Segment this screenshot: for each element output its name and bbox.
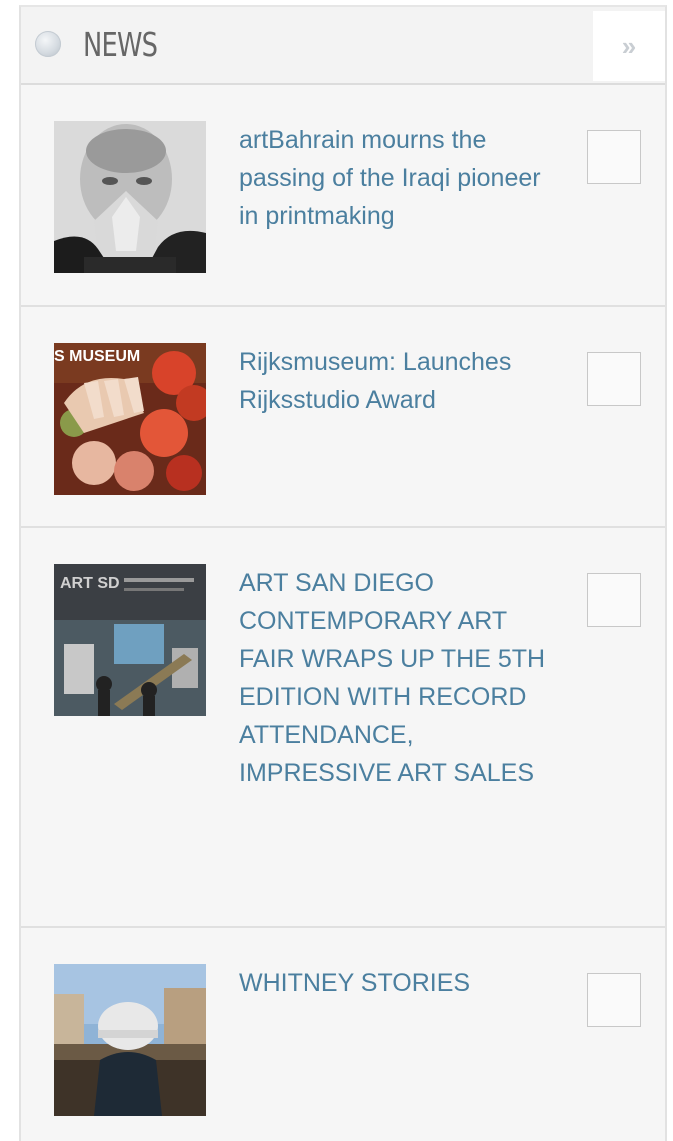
widget-title: NEWS bbox=[83, 25, 158, 64]
portrait-photo bbox=[54, 121, 206, 273]
news-thumbnail[interactable]: S MUSEUM bbox=[54, 343, 206, 495]
news-headline-link[interactable]: artBahrain mourns the passing of the Ira… bbox=[239, 121, 557, 235]
news-thumbnail[interactable] bbox=[54, 964, 206, 1116]
news-headline-link[interactable]: WHITNEY STORIES bbox=[239, 964, 557, 1002]
thumb-caption: ART SD bbox=[60, 575, 120, 592]
news-thumbnail[interactable]: ART SD bbox=[54, 564, 206, 716]
news-item-checkbox[interactable] bbox=[587, 573, 641, 627]
news-item: S MUSEUM Rijksmuseum: Launches Rijksstud… bbox=[21, 307, 665, 528]
double-chevron-right-icon: » bbox=[621, 30, 637, 61]
news-item: artBahrain mourns the passing of the Ira… bbox=[21, 85, 665, 307]
news-headline-link[interactable]: Rijksmuseum: Launches Rijksstudio Award bbox=[239, 343, 557, 419]
news-item: WHITNEY STORIES bbox=[21, 928, 665, 1141]
news-headline-link[interactable]: ART SAN DIEGO CONTEMPORARY ART FAIR WRAP… bbox=[239, 564, 557, 792]
more-news-button[interactable]: » bbox=[593, 11, 665, 81]
news-widget: NEWS » artBahrain mourns the passing of … bbox=[19, 5, 667, 1141]
hardhat-photo bbox=[54, 964, 206, 1116]
news-item-checkbox[interactable] bbox=[587, 130, 641, 184]
news-item: ART SD ART SAN DIEGO CONTEMPORARY ART FA… bbox=[21, 528, 665, 928]
art-fair-photo: ART SD bbox=[54, 564, 206, 716]
news-thumbnail[interactable] bbox=[54, 121, 206, 273]
news-item-checkbox[interactable] bbox=[587, 973, 641, 1027]
thumb-caption: S MUSEUM bbox=[54, 348, 140, 365]
widget-header: NEWS » bbox=[21, 7, 665, 85]
bullet-icon bbox=[35, 31, 61, 57]
news-item-checkbox[interactable] bbox=[587, 352, 641, 406]
flowers-photo: S MUSEUM bbox=[54, 343, 206, 495]
